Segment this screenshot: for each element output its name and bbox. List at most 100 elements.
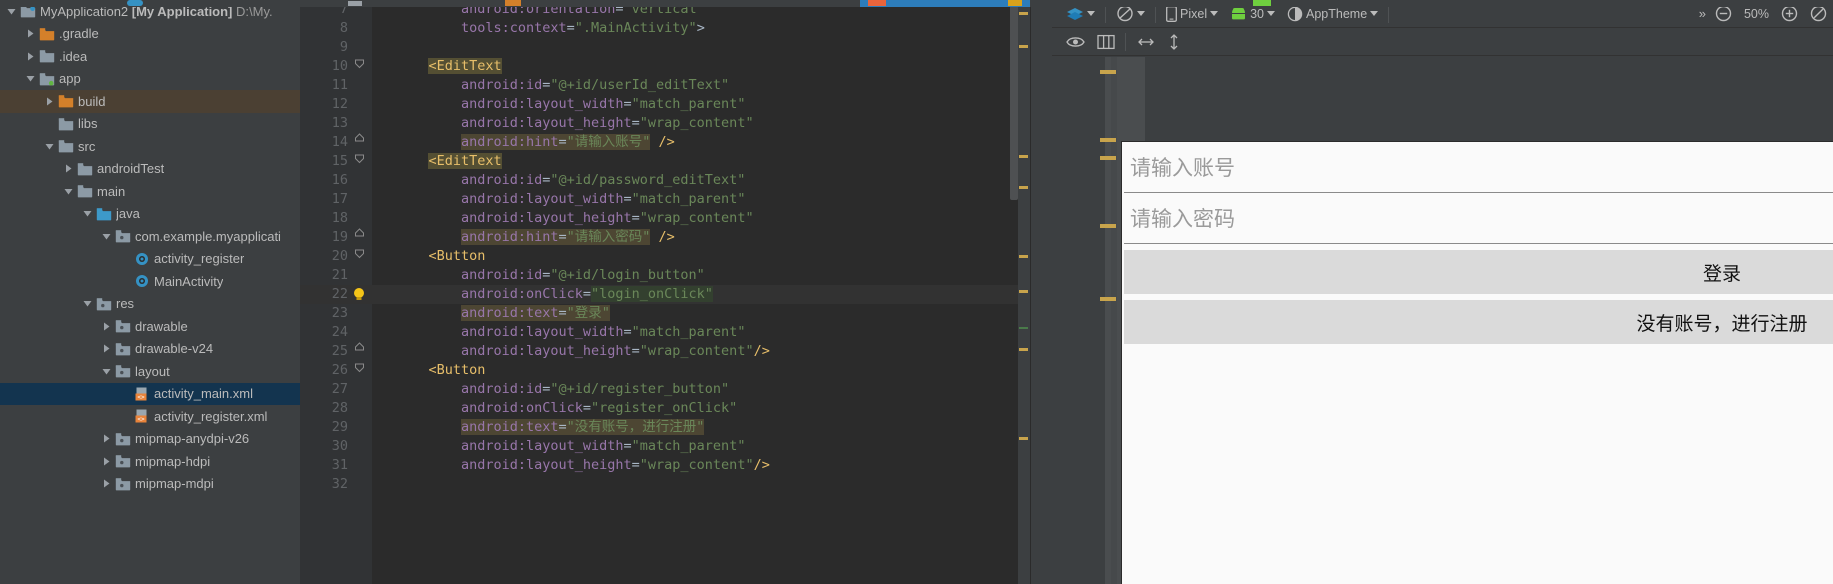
code-line[interactable]: 20 <Button	[300, 247, 1030, 266]
tree-item-drawable-v24[interactable]: drawable-v24	[0, 338, 300, 361]
tree-toggle[interactable]	[61, 164, 76, 173]
code-text: android:id="@+id/password_editText"	[461, 171, 746, 190]
tree-item-mipmap-mdpi[interactable]: mipmap-mdpi	[0, 473, 300, 496]
code-line[interactable]: 15 <EditText	[300, 152, 1030, 171]
code-line[interactable]: 22 android:onClick="login_onClick"	[300, 285, 1030, 304]
main-toolbar-strip[interactable]	[0, 0, 1833, 7]
tree-toggle[interactable]	[42, 97, 57, 106]
tree-toggle[interactable]	[4, 7, 19, 16]
fold-collapse-icon[interactable]	[352, 342, 366, 362]
tree-toggle[interactable]	[42, 142, 57, 151]
tree-item-androidtest[interactable]: androidTest	[0, 158, 300, 181]
code-line[interactable]: 17 android:layout_width="match_parent"	[300, 190, 1030, 209]
code-line[interactable]: 28 android:onClick="register_onClick"	[300, 399, 1030, 418]
res-folder-icon	[114, 342, 132, 356]
tree-item--idea[interactable]: .idea	[0, 45, 300, 68]
tree-toggle[interactable]	[23, 29, 38, 38]
tree-toggle[interactable]	[80, 209, 95, 218]
tree-toggle[interactable]	[80, 299, 95, 308]
tree-toggle[interactable]	[99, 232, 114, 241]
code-line[interactable]: 26 <Button	[300, 361, 1030, 380]
tree-item-drawable[interactable]: drawable	[0, 315, 300, 338]
tree-item-libs[interactable]: libs	[0, 113, 300, 136]
toolbar-overflow-button[interactable]: »	[1695, 6, 1709, 21]
line-number: 15	[331, 153, 348, 169]
vertical-constraint-button[interactable]	[1162, 31, 1186, 53]
palette-rail[interactable]: Palette	[1030, 0, 1062, 584]
tree-toggle[interactable]	[99, 344, 114, 353]
code-text: android:onClick="register_onClick"	[461, 399, 737, 418]
tree-toggle[interactable]	[99, 457, 114, 466]
tree-item-build[interactable]: build	[0, 90, 300, 113]
tree-item-label: .gradle	[59, 26, 99, 42]
tree-item-app[interactable]: app	[0, 68, 300, 91]
device-preview[interactable]: 请输入账号 请输入密码登录没有账号，进行注册	[1122, 142, 1833, 584]
code-line[interactable]: 11 android:id="@+id/userId_editText"	[300, 76, 1030, 95]
tree-item-src[interactable]: src	[0, 135, 300, 158]
tree-item-activity-register[interactable]: activity_register	[0, 248, 300, 271]
code-line[interactable]: 19 android:hint="请输入密码" />	[300, 228, 1030, 247]
tree-toggle[interactable]	[23, 74, 38, 83]
tree-item--gradle[interactable]: .gradle	[0, 23, 300, 46]
tree-toggle[interactable]	[99, 367, 114, 376]
tree-item-layout[interactable]: layout	[0, 360, 300, 383]
code-line[interactable]: 27 android:id="@+id/register_button"	[300, 380, 1030, 399]
code-line[interactable]: 13 android:layout_height="wrap_content"	[300, 114, 1030, 133]
tree-toggle[interactable]	[99, 322, 114, 331]
horizontal-constraint-button[interactable]	[1130, 31, 1162, 53]
preview-edittext[interactable]: 请输入密码	[1124, 193, 1833, 244]
tree-item-label: main	[97, 183, 126, 199]
fold-collapse-icon[interactable]	[352, 228, 366, 248]
tree-item-res[interactable]: res	[0, 293, 300, 316]
code-line[interactable]: 14 android:hint="请输入账号" />	[300, 133, 1030, 152]
tree-toggle[interactable]	[99, 479, 114, 488]
fold-collapse-icon[interactable]	[352, 133, 366, 153]
tree-item-mipmap-anydpi-v26[interactable]: mipmap-anydpi-v26	[0, 428, 300, 451]
tree-toggle[interactable]	[61, 187, 76, 196]
code-line[interactable]: 30 android:layout_width="match_parent"	[300, 437, 1030, 456]
code-token: >	[696, 20, 705, 36]
code-editor[interactable]: 7 android:orientation="vertical" 8 tools:co…	[300, 0, 1030, 584]
tree-item-mainactivity[interactable]: MainActivity	[0, 270, 300, 293]
tree-item-activity-register-xml[interactable]: <> activity_register.xml	[0, 405, 300, 428]
code-line[interactable]: 31 android:layout_height="wrap_content"/>	[300, 456, 1030, 475]
editor-scrollbar[interactable]	[1010, 0, 1018, 200]
editor-marker-bar[interactable]	[1018, 0, 1030, 584]
tree-item-mipmap-hdpi[interactable]: mipmap-hdpi	[0, 450, 300, 473]
design-preview-pane[interactable]: Pixel 30 AppTheme » 50% 请输入账号 请输入密码 登录 没…	[1052, 0, 1833, 584]
code-line[interactable]: 16 android:id="@+id/password_editText"	[300, 171, 1030, 190]
tree-item-activity-main-xml[interactable]: <> activity_main.xml	[0, 382, 300, 405]
code-line[interactable]: 29 android:text="没有账号，进行注册"	[300, 418, 1030, 437]
project-tree[interactable]: MyApplication2 [My Application] D:\My. .g…	[0, 0, 300, 495]
fold-expand-icon[interactable]	[352, 247, 366, 267]
preview-button[interactable]: 登录	[1124, 250, 1833, 294]
code-line[interactable]: 32	[300, 475, 1030, 494]
fold-expand-icon[interactable]	[352, 152, 366, 172]
tree-item-com-example-myapplicati[interactable]: com.example.myapplicati	[0, 225, 300, 248]
view-options-button[interactable]	[1091, 31, 1121, 53]
code-line[interactable]: 25 android:layout_height="wrap_content"/>	[300, 342, 1030, 361]
code-line[interactable]: 8 tools:context=".MainActivity">	[300, 19, 1030, 38]
code-line[interactable]: 9	[300, 38, 1030, 57]
show-design-surface-button[interactable]	[1060, 31, 1091, 53]
preview-edittext[interactable]: 请输入账号	[1124, 142, 1833, 193]
preview-button[interactable]: 没有账号，进行注册	[1124, 300, 1833, 344]
project-tool-window[interactable]: MyApplication2 [My Application] D:\My. .g…	[0, 0, 300, 584]
code-line[interactable]: 10 <EditText	[300, 57, 1030, 76]
tree-toggle[interactable]	[23, 52, 38, 61]
fold-expand-icon[interactable]	[352, 361, 366, 381]
fold-expand-icon[interactable]	[352, 57, 366, 77]
tree-item-main[interactable]: main	[0, 180, 300, 203]
code-line[interactable]: 23 android:text="登录"	[300, 304, 1030, 323]
code-line[interactable]: 12 android:layout_width="match_parent"	[300, 95, 1030, 114]
line-number: 19	[331, 229, 348, 245]
design-toolbar-secondary[interactable]	[1052, 28, 1833, 56]
tree-item-java[interactable]: java	[0, 203, 300, 226]
tree-item-label: app	[59, 71, 81, 87]
editor-code-area[interactable]: 7 android:orientation="vertical" 8 tools:co…	[300, 0, 1030, 584]
tree-toggle[interactable]	[99, 434, 114, 443]
code-line[interactable]: 21 android:id="@+id/login_button"	[300, 266, 1030, 285]
design-canvas[interactable]: 请输入账号 请输入密码登录没有账号，进行注册	[1052, 57, 1833, 584]
code-line[interactable]: 24 android:layout_width="match_parent"	[300, 323, 1030, 342]
code-line[interactable]: 18 android:layout_height="wrap_content"	[300, 209, 1030, 228]
